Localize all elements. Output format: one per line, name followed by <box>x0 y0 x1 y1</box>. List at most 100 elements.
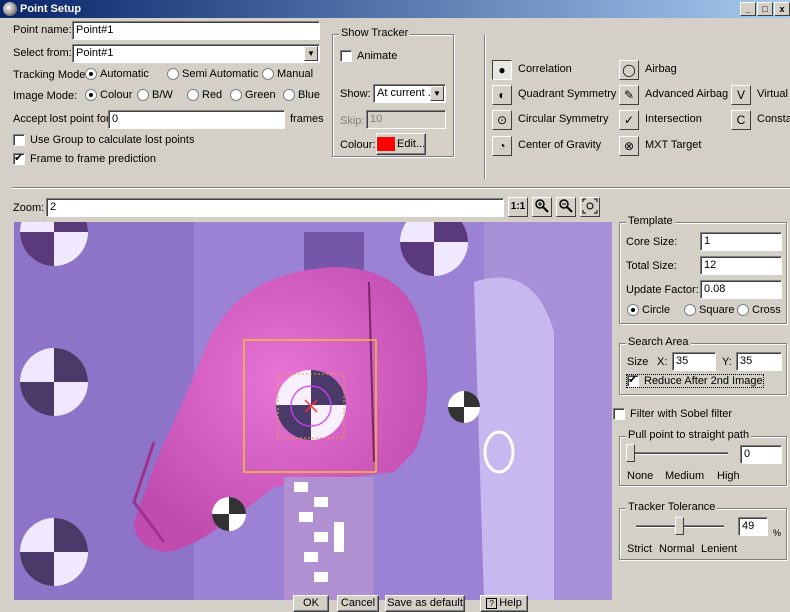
show-label: Show: <box>340 88 371 100</box>
target-marker-left-3 <box>20 518 88 586</box>
circle-dot-icon[interactable]: ⊙ <box>492 110 512 130</box>
tolerance-tick-lenient: Lenient <box>701 543 738 555</box>
dot-circle-icon[interactable]: ● <box>492 60 512 80</box>
zoom-input[interactable]: 2 <box>46 198 504 217</box>
tracking-automatic-radio[interactable]: Automatic <box>85 68 149 81</box>
colour-edit-button[interactable]: Edit... <box>376 133 426 155</box>
method-label[interactable]: Advanced Airbag <box>645 88 728 100</box>
size-label: Size <box>627 356 649 368</box>
crash-test-image <box>14 222 612 600</box>
update-factor-label: Update Factor: <box>626 284 699 296</box>
sobel-filter-checkbox[interactable]: Filter with Sobel filter <box>613 408 732 421</box>
window-title: Point Setup <box>20 3 82 15</box>
show-dropdown[interactable]: At current ... ▼ <box>373 84 446 103</box>
pull-point-title: Pull point to straight path <box>626 429 752 441</box>
maximize-button[interactable]: □ <box>757 2 773 16</box>
constant-icon[interactable]: C <box>731 110 751 130</box>
method-label[interactable]: Quadrant Symmetry <box>518 88 616 100</box>
reduce-after-checkbox[interactable]: Reduce After 2nd Image <box>626 373 764 389</box>
method-label[interactable]: Virtual <box>757 88 788 100</box>
zoom-in-icon[interactable] <box>532 197 552 217</box>
zoom-label: Zoom: <box>13 202 45 214</box>
tolerance-unit: % <box>773 528 782 538</box>
point-setup-window: Point Setup _ □ x Point name: Point#1 Se… <box>0 0 790 612</box>
select-from-dropdown[interactable]: Point#1 ▼ <box>72 44 320 63</box>
shape-square-radio[interactable]: Square <box>684 304 734 317</box>
skip-input[interactable]: 10 <box>366 110 446 129</box>
search-x-input[interactable]: 35 <box>672 352 716 371</box>
point-name-input[interactable]: Point#1 <box>72 21 320 40</box>
skip-label: Skip: <box>340 115 365 127</box>
save-default-button[interactable]: Save as default <box>385 595 465 612</box>
method-label[interactable]: Correlation <box>518 63 572 75</box>
shape-circle-radio[interactable]: Circle <box>627 304 670 317</box>
method-label[interactable]: MXT Target <box>645 139 701 151</box>
ok-button[interactable]: OK <box>293 595 329 612</box>
advanced-airbag-icon[interactable]: ✎ <box>619 85 639 105</box>
intersection-icon[interactable]: ✓ <box>619 110 639 130</box>
mxt-target-icon[interactable]: ⊗ <box>619 136 639 156</box>
target-marker-left-2 <box>20 348 88 416</box>
pull-tick-none: None <box>627 470 654 482</box>
update-factor-input[interactable]: 0.08 <box>700 280 782 299</box>
shape-cross-radio[interactable]: Cross <box>737 304 781 317</box>
total-size-label: Total Size: <box>626 260 677 272</box>
horizontal-divider <box>12 187 790 189</box>
image-colour-radio[interactable]: Colour <box>85 89 132 102</box>
chevron-down-icon[interactable]: ▼ <box>430 86 444 101</box>
method-label[interactable]: Center of Gravity <box>518 139 601 151</box>
zoom-fit-icon[interactable] <box>580 197 600 217</box>
image-green-radio[interactable]: Green <box>230 89 276 102</box>
total-size-input[interactable]: 12 <box>700 256 782 275</box>
cancel-button[interactable]: Cancel <box>337 595 379 612</box>
help-button[interactable]: ? Help <box>480 595 528 612</box>
tracking-manual-radio[interactable]: Manual <box>262 68 313 81</box>
image-bw-radio[interactable]: B/W <box>137 89 173 102</box>
accept-lost-label: Accept lost point for <box>13 113 110 125</box>
select-from-label: Select from: <box>13 47 72 59</box>
accept-lost-input[interactable]: 0 <box>108 110 285 129</box>
tracking-semi-automatic-radio[interactable]: Semi Automatic <box>167 68 258 81</box>
pull-point-slider[interactable] <box>626 444 635 462</box>
zoom-1to1-button[interactable]: 1:1 <box>508 197 528 217</box>
search-area-title: Search Area <box>626 336 691 348</box>
tracker-tolerance-title: Tracker Tolerance <box>626 501 718 513</box>
method-label[interactable]: Intersection <box>645 113 702 125</box>
template-title: Template <box>626 215 675 227</box>
zoom-out-icon[interactable] <box>556 197 576 217</box>
animate-checkbox[interactable]: Animate <box>340 50 397 63</box>
method-label[interactable]: Constan <box>757 113 790 125</box>
show-tracker-title: Show Tracker <box>339 27 411 39</box>
use-group-checkbox[interactable]: Use Group to calculate lost points <box>13 134 194 147</box>
y-label: Y: <box>722 356 732 368</box>
close-button[interactable]: x <box>774 2 790 16</box>
tolerance-tick-strict: Strict <box>627 543 653 555</box>
image-blue-radio[interactable]: Blue <box>283 89 320 102</box>
minimize-button[interactable]: _ <box>740 2 756 16</box>
point-name-label: Point name: <box>13 24 72 36</box>
quadrant-icon[interactable]: ◐ <box>492 85 512 105</box>
search-y-input[interactable]: 35 <box>736 352 782 371</box>
airbag-icon[interactable]: ◯ <box>619 60 639 80</box>
method-label[interactable]: Airbag <box>645 63 677 75</box>
core-size-label: Core Size: <box>626 236 678 248</box>
tolerance-tick-normal: Normal <box>659 543 695 555</box>
tracking-mode-label: Tracking Mode: <box>13 69 89 81</box>
colour-label: Colour: <box>340 139 376 151</box>
image-viewport[interactable] <box>14 222 612 600</box>
title-bar[interactable]: Point Setup _ □ x <box>0 0 790 18</box>
chevron-down-icon[interactable]: ▼ <box>304 46 318 61</box>
gravity-icon[interactable]: ◔ <box>492 136 512 156</box>
core-size-input[interactable]: 1 <box>700 232 782 251</box>
pull-tick-medium: Medium <box>665 470 705 482</box>
tolerance-input[interactable]: 49 <box>738 517 768 536</box>
image-mode-label: Image Mode: <box>13 90 78 102</box>
image-red-radio[interactable]: Red <box>187 89 222 102</box>
pull-point-input[interactable]: 0 <box>740 445 782 464</box>
method-label[interactable]: Circular Symmetry <box>518 113 608 125</box>
frame-prediction-checkbox[interactable]: Frame to frame prediction <box>13 151 156 166</box>
virtual-icon[interactable]: V <box>731 85 751 105</box>
target-marker-neck <box>212 497 246 531</box>
tolerance-slider[interactable] <box>675 517 685 535</box>
pull-point-track <box>626 452 728 455</box>
